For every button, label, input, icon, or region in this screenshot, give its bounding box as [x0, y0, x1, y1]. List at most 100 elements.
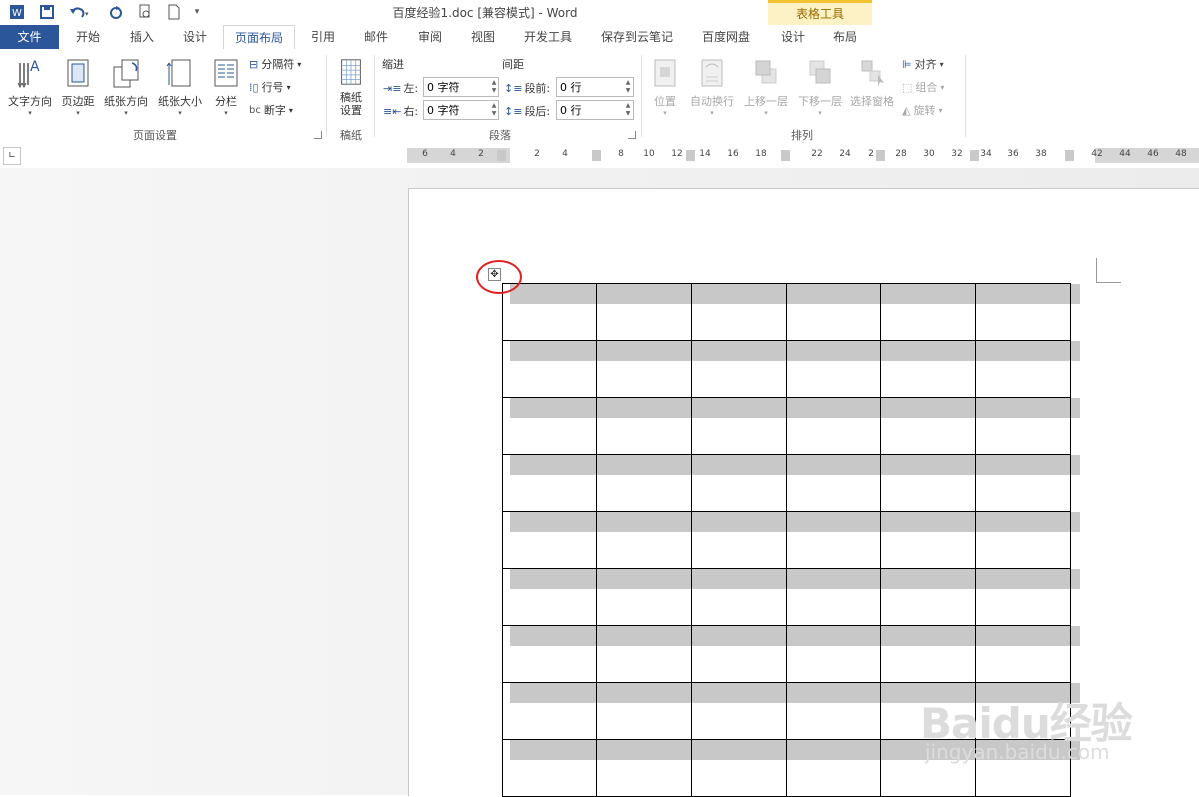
text-direction-button[interactable]: A 文字方向 ▾ — [4, 55, 56, 117]
table-cell[interactable] — [691, 397, 787, 455]
table-cell[interactable] — [786, 283, 881, 341]
table-cell[interactable] — [502, 682, 597, 740]
wrap-text-button[interactable]: 自动换行 ▾ — [686, 55, 738, 117]
indent-right-input[interactable] — [424, 103, 490, 117]
tab-developer[interactable]: 开发工具 — [512, 25, 584, 49]
selection-pane-button[interactable]: 选择窗格 — [846, 55, 898, 117]
spacing-after-input[interactable] — [557, 103, 623, 117]
table-cell[interactable] — [596, 340, 692, 398]
breaks-button[interactable]: ⊟ 分隔符 ▾ — [249, 54, 301, 74]
hyphenation-button[interactable]: bc 断字 ▾ — [249, 100, 293, 120]
new-document-icon[interactable] — [163, 2, 185, 22]
spacing-before-field[interactable]: ▲▼ — [556, 77, 634, 97]
table-cell[interactable] — [502, 568, 597, 626]
table-cell[interactable] — [502, 625, 597, 683]
tab-insert[interactable]: 插入 — [116, 25, 168, 49]
table-cell[interactable] — [786, 454, 881, 512]
tab-references[interactable]: 引用 — [298, 25, 348, 49]
indent-right-field[interactable]: ▲▼ — [423, 100, 499, 120]
ruler-column-marker[interactable] — [1065, 150, 1074, 161]
table-cell[interactable] — [691, 739, 787, 797]
table-cell[interactable] — [502, 454, 597, 512]
table-cell[interactable] — [975, 340, 1071, 398]
tab-baidu-netdisk[interactable]: 百度网盘 — [690, 25, 762, 49]
table-cell[interactable] — [880, 283, 976, 341]
tab-page-layout[interactable]: 页面布局 — [223, 25, 295, 50]
spacing-before-input[interactable] — [557, 80, 623, 94]
align-button[interactable]: ⊫ 对齐 ▾ — [902, 54, 944, 74]
table-cell[interactable] — [502, 739, 597, 797]
tab-review[interactable]: 审阅 — [404, 25, 456, 49]
paper-size-button[interactable]: 纸张大小 ▾ — [154, 55, 206, 117]
spacing-after-field[interactable]: ▲▼ — [556, 100, 634, 120]
table-cell[interactable] — [786, 511, 881, 569]
columns-button[interactable]: 分栏 ▾ — [208, 55, 244, 117]
tab-table-layout[interactable]: 布局 — [822, 25, 868, 49]
table-cell[interactable] — [691, 454, 787, 512]
rotate-button[interactable]: ◭ 旋转 ▾ — [902, 100, 942, 120]
table-cell[interactable] — [786, 568, 881, 626]
page-setup-dialog-launcher-icon[interactable] — [314, 131, 322, 139]
position-button[interactable]: 位置 ▾ — [648, 55, 682, 117]
table-cell[interactable] — [502, 283, 597, 341]
table-cell[interactable] — [786, 682, 881, 740]
table-cell[interactable] — [596, 625, 692, 683]
bring-forward-button[interactable]: 上移一层 ▾ — [740, 55, 792, 117]
table-cell[interactable] — [691, 568, 787, 626]
tab-table-design[interactable]: 设计 — [770, 25, 816, 49]
tab-file[interactable]: 文件 — [0, 25, 59, 49]
table-cell[interactable] — [975, 454, 1071, 512]
ruler-column-marker[interactable] — [781, 150, 790, 161]
send-backward-button[interactable]: 下移一层 ▾ — [794, 55, 846, 117]
paragraph-dialog-launcher-icon[interactable] — [628, 131, 636, 139]
table-cell[interactable] — [502, 397, 597, 455]
ruler-column-marker[interactable] — [592, 150, 601, 161]
table-cell[interactable] — [975, 397, 1071, 455]
indent-left-field[interactable]: ▲▼ — [423, 77, 499, 97]
table-cell[interactable] — [596, 568, 692, 626]
table-cell[interactable] — [880, 454, 976, 512]
table-cell[interactable] — [786, 340, 881, 398]
table-cell[interactable] — [786, 397, 881, 455]
table-cell[interactable] — [596, 283, 692, 341]
tab-design[interactable]: 设计 — [169, 25, 221, 49]
table-cell[interactable] — [975, 625, 1071, 683]
print-preview-icon[interactable] — [134, 2, 156, 22]
table-cell[interactable] — [596, 454, 692, 512]
orientation-button[interactable]: 纸张方向 ▾ — [100, 55, 152, 117]
tab-save-to-cloud-note[interactable]: 保存到云笔记 — [588, 25, 686, 49]
tab-mailings[interactable]: 邮件 — [350, 25, 402, 49]
table-cell[interactable] — [880, 340, 976, 398]
margins-button[interactable]: 页边距 ▾ — [58, 55, 98, 117]
table-cell[interactable] — [502, 511, 597, 569]
table-cell[interactable] — [596, 682, 692, 740]
group-objects-button[interactable]: ⬚ 组合 ▾ — [902, 77, 944, 97]
table-cell[interactable] — [596, 739, 692, 797]
table-cell[interactable] — [880, 568, 976, 626]
ruler-indent-marker[interactable] — [497, 150, 506, 161]
table-cell[interactable] — [596, 397, 692, 455]
table-cell[interactable] — [975, 283, 1071, 341]
indent-left-input[interactable] — [424, 80, 490, 94]
table-cell[interactable] — [502, 340, 597, 398]
table-cell[interactable] — [786, 625, 881, 683]
table-cell[interactable] — [691, 283, 787, 341]
spin-arrows-icon[interactable]: ▲ ▼ — [490, 79, 498, 95]
table-cell[interactable] — [880, 625, 976, 683]
table-cell[interactable] — [975, 568, 1071, 626]
draft-settings-button[interactable]: 稿纸 设置 — [333, 55, 369, 117]
line-numbers-button[interactable]: ⁞▯ 行号 ▾ — [249, 77, 291, 97]
table-cell[interactable] — [691, 511, 787, 569]
table-cell[interactable] — [596, 511, 692, 569]
tab-home[interactable]: 开始 — [62, 25, 114, 49]
customize-toolbar-icon[interactable]: ▾ — [190, 2, 204, 22]
table-cell[interactable] — [691, 682, 787, 740]
spin-arrows-icon[interactable]: ▲ ▼ — [490, 102, 498, 118]
table-cell[interactable] — [975, 511, 1071, 569]
table-cell[interactable] — [786, 739, 881, 797]
save-icon[interactable] — [36, 2, 58, 22]
redo-icon[interactable] — [105, 2, 127, 22]
table-cell[interactable] — [880, 397, 976, 455]
tab-stop-selector[interactable]: ∟ — [3, 147, 21, 165]
spin-arrows-icon[interactable]: ▲ ▼ — [623, 102, 633, 118]
